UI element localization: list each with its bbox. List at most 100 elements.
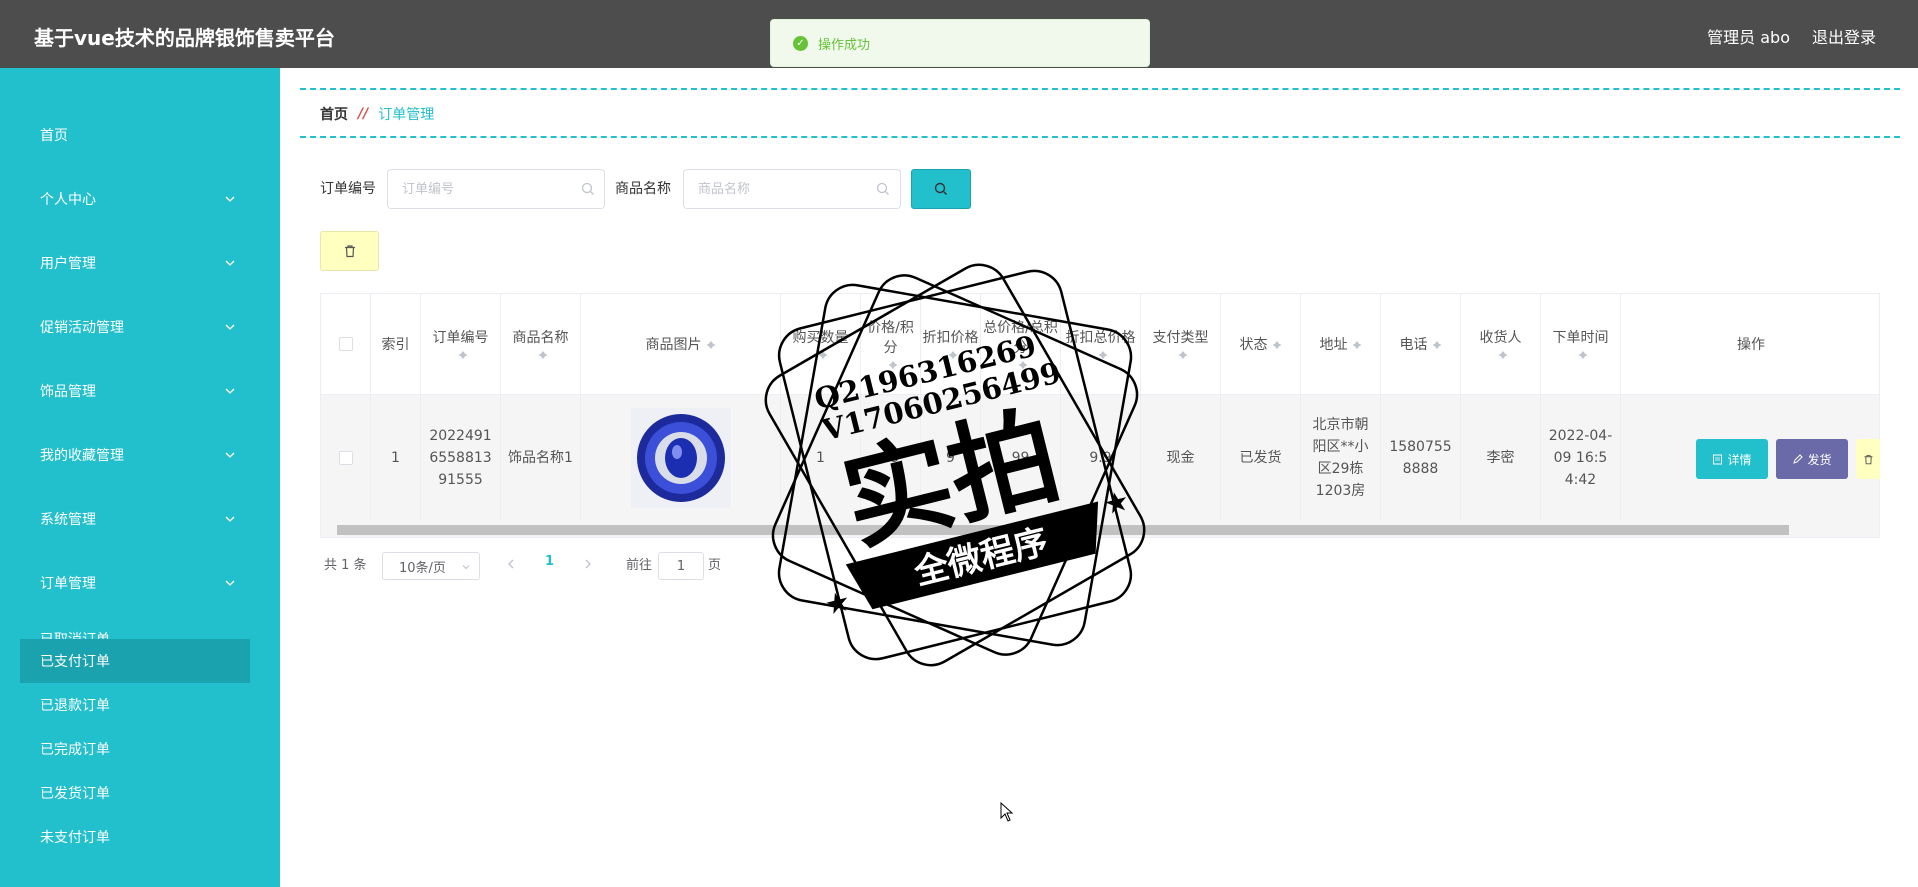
check-circle-icon: ✓ bbox=[793, 35, 808, 51]
sidebar-item-user-management[interactable]: 用户管理 bbox=[0, 243, 280, 283]
cell-status: 已发货 bbox=[1221, 395, 1301, 520]
sort-icon[interactable] bbox=[1498, 347, 1508, 361]
sort-icon[interactable] bbox=[1272, 337, 1282, 351]
breadcrumb-current: 订单管理 bbox=[378, 107, 435, 123]
sort-icon[interactable] bbox=[706, 337, 716, 351]
sidebar-subitem-shipped[interactable]: 已发货订单 bbox=[20, 771, 250, 815]
sidebar-subitem-unpaid[interactable]: 未支付订单 bbox=[20, 815, 250, 859]
chevron-down-icon bbox=[225, 580, 235, 586]
sidebar-item-label: 首页 bbox=[40, 128, 68, 144]
select-all-checkbox[interactable] bbox=[338, 337, 353, 351]
header-label: 索引 bbox=[381, 337, 410, 353]
next-page-icon[interactable] bbox=[583, 558, 593, 570]
sidebar-subitem-completed[interactable]: 已完成订单 bbox=[20, 727, 250, 771]
sidebar-item-system[interactable]: 系统管理 bbox=[0, 499, 280, 539]
breadcrumb-bottom-divider bbox=[300, 136, 1900, 138]
sidebar-item-label: 用户管理 bbox=[40, 256, 96, 272]
col-header-phone[interactable]: 电话 bbox=[1381, 294, 1461, 395]
chevron-down-icon bbox=[225, 324, 235, 330]
sidebar-item-label: 个人中心 bbox=[40, 192, 96, 208]
col-header-order-no[interactable]: 订单编号 bbox=[421, 294, 501, 395]
goto-label: 前往 bbox=[626, 558, 653, 573]
chevron-down-icon bbox=[225, 516, 235, 522]
breadcrumb: 首页 // 订单管理 bbox=[320, 104, 434, 124]
chevron-down-icon bbox=[225, 196, 235, 202]
sort-icon[interactable] bbox=[458, 347, 468, 361]
svg-text:★: ★ bbox=[821, 584, 853, 622]
ship-button[interactable]: 发货 bbox=[1776, 439, 1848, 479]
sidebar-item-jewelry[interactable]: 饰品管理 bbox=[0, 371, 280, 411]
col-header-product[interactable]: 商品名称 bbox=[501, 294, 581, 395]
goto-suffix: 页 bbox=[708, 558, 722, 573]
sidebar-subitem-paid[interactable]: 已支付订单 bbox=[20, 639, 250, 683]
sort-icon[interactable] bbox=[1578, 347, 1588, 361]
header-label: 状态 bbox=[1239, 337, 1268, 353]
select-all-cell bbox=[321, 294, 371, 395]
product-name-label: 商品名称 bbox=[615, 181, 671, 197]
cell-phone: 15807558888 bbox=[1381, 395, 1461, 520]
order-no-label: 订单编号 bbox=[320, 181, 376, 197]
batch-delete-button[interactable] bbox=[320, 231, 379, 271]
watermark-stamp: Q2196316269 V17060256499 实拍 全微程序 ★ ★ bbox=[764, 263, 1146, 667]
page-size-select[interactable]: 10条/页 bbox=[382, 552, 480, 580]
header-label: 收货人 bbox=[1479, 330, 1522, 346]
mouse-cursor-icon bbox=[1000, 802, 1014, 822]
product-name-input[interactable] bbox=[683, 169, 901, 209]
col-header-receiver[interactable]: 收货人 bbox=[1461, 294, 1541, 395]
sidebar-item-favorites[interactable]: 我的收藏管理 bbox=[0, 435, 280, 475]
header-label: 订单编号 bbox=[432, 330, 489, 346]
search-icon bbox=[934, 182, 947, 195]
sidebar-item-label: 系统管理 bbox=[40, 512, 96, 528]
trash-icon bbox=[1864, 454, 1872, 464]
cell-product-name: 饰品名称1 bbox=[501, 395, 581, 520]
col-header-actions: 操作 bbox=[1621, 294, 1879, 395]
goto-page-input[interactable] bbox=[658, 552, 704, 580]
search-icon bbox=[581, 182, 594, 195]
logout-link[interactable]: 退出登录 bbox=[1812, 24, 1876, 48]
sidebar-item-orders[interactable]: 订单管理 bbox=[0, 563, 280, 603]
sidebar-item-promotion[interactable]: 促销活动管理 bbox=[0, 307, 280, 347]
sort-icon[interactable] bbox=[1178, 347, 1188, 361]
sidebar-item-label: 未支付订单 bbox=[40, 830, 110, 846]
cell-receiver: 李密 bbox=[1461, 395, 1541, 520]
col-header-status[interactable]: 状态 bbox=[1221, 294, 1301, 395]
sidebar-item-label: 订单管理 bbox=[40, 576, 96, 592]
sidebar: 首页 个人中心 用户管理 促销活动管理 饰品管理 我的收藏管理 系统管理 订单管… bbox=[0, 68, 280, 887]
header-label: 电话 bbox=[1399, 337, 1428, 353]
breadcrumb-separator: // bbox=[358, 106, 369, 122]
success-toast: ✓ 操作成功 bbox=[770, 19, 1150, 67]
breadcrumb-home[interactable]: 首页 bbox=[320, 104, 348, 124]
detail-button[interactable]: 详情 bbox=[1696, 439, 1768, 479]
col-header-time[interactable]: 下单时间 bbox=[1541, 294, 1621, 395]
sort-icon[interactable] bbox=[538, 347, 548, 361]
sidebar-subitem-refunded[interactable]: 已退款订单 bbox=[20, 683, 250, 727]
cell-order-no: 2022491655881391555 bbox=[421, 395, 501, 520]
sidebar-item-personal-center[interactable]: 个人中心 bbox=[0, 179, 280, 219]
row-checkbox[interactable] bbox=[338, 450, 353, 465]
col-header-address[interactable]: 地址 bbox=[1301, 294, 1381, 395]
order-no-input[interactable] bbox=[387, 169, 605, 209]
edit-icon bbox=[1793, 453, 1804, 464]
trash-icon bbox=[344, 245, 355, 258]
header-user-area: 管理员 abo 退出登录 bbox=[1707, 24, 1876, 48]
search-button[interactable] bbox=[911, 169, 971, 209]
sidebar-item-label: 促销活动管理 bbox=[40, 320, 124, 336]
sidebar-item-home[interactable]: 首页 bbox=[0, 115, 280, 155]
header-label: 地址 bbox=[1319, 337, 1348, 353]
sort-icon[interactable] bbox=[1352, 337, 1362, 351]
row-delete-button[interactable] bbox=[1856, 439, 1880, 479]
document-icon bbox=[1713, 454, 1723, 464]
ship-button-label: 发货 bbox=[1807, 452, 1832, 467]
col-header-index: 索引 bbox=[371, 294, 421, 395]
page-number-current[interactable]: 1 bbox=[545, 554, 554, 569]
admin-user-label[interactable]: 管理员 abo bbox=[1707, 24, 1790, 48]
search-icon bbox=[876, 182, 889, 195]
header-label: 商品图片 bbox=[645, 337, 702, 353]
detail-button-label: 详情 bbox=[1727, 452, 1752, 467]
sort-icon[interactable] bbox=[1432, 337, 1442, 351]
sidebar-item-label: 已完成订单 bbox=[40, 742, 110, 758]
chevron-down-icon bbox=[225, 260, 235, 266]
prev-page-icon[interactable] bbox=[506, 558, 516, 570]
chevron-down-icon bbox=[462, 565, 470, 570]
sidebar-item-label: 已支付订单 bbox=[40, 654, 110, 670]
